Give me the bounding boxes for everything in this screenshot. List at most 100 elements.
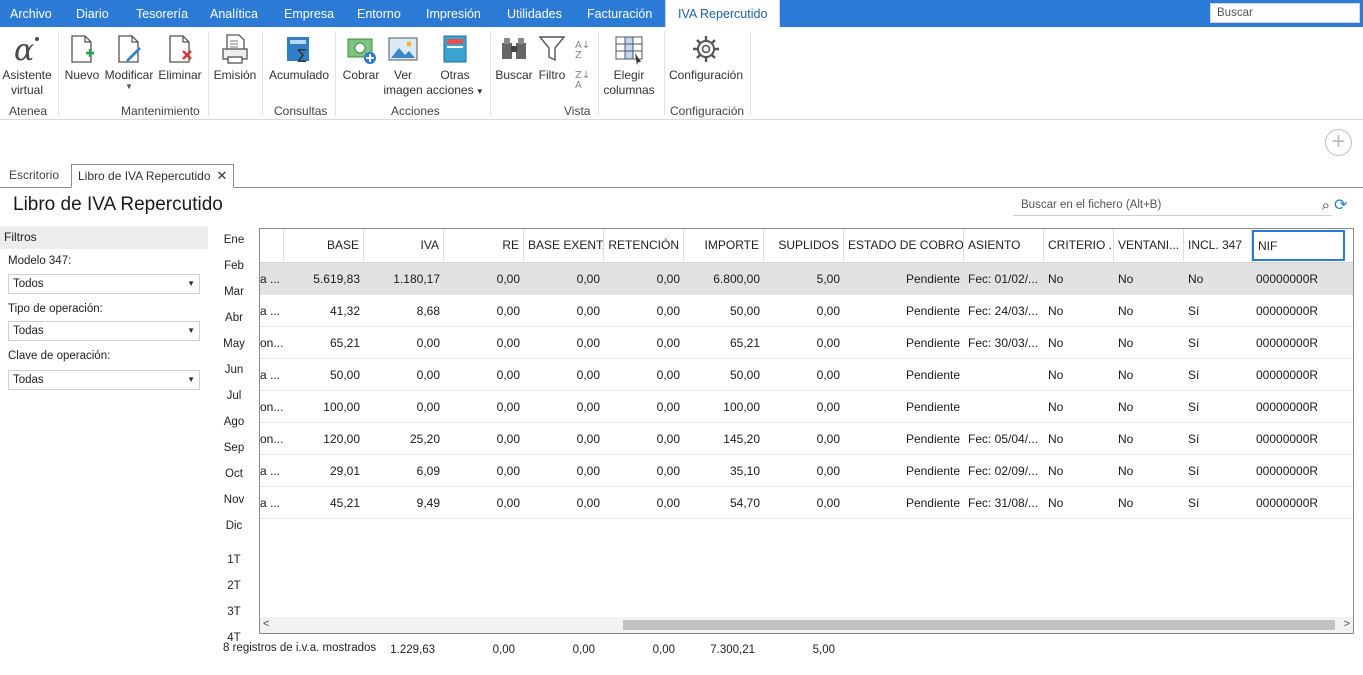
- filtro-button[interactable]: Filtro: [535, 33, 569, 83]
- cobrar-button[interactable]: Cobrar: [341, 33, 381, 83]
- document-tabs: Escritorio Libro de IVA Repercutido ✕: [0, 164, 1363, 188]
- scroll-right-icon[interactable]: >: [1344, 618, 1350, 630]
- month-jun[interactable]: Jun: [212, 364, 256, 376]
- horizontal-scrollbar[interactable]: < >: [260, 617, 1353, 633]
- tipo-operacion-select[interactable]: Todas ▼: [8, 321, 200, 341]
- month-may[interactable]: May: [212, 338, 256, 350]
- column-header-nif[interactable]: NIF: [1252, 230, 1345, 261]
- month-dic[interactable]: Dic: [212, 520, 256, 532]
- column-header-criterio[interactable]: CRITERIO ...: [1044, 229, 1114, 261]
- table-row[interactable]: a ... 50,00 0,00 0,00 0,00 0,00 50,00 0,00 Pendi…: [260, 359, 1353, 391]
- table-row[interactable]: on... 120,00 25,20 0,00 0,00 0,00 145,20 0,00 Pe…: [260, 423, 1353, 455]
- column-header-retencion[interactable]: RETENCIÓN: [604, 229, 684, 261]
- cell-base: 29,01: [329, 464, 360, 478]
- configuracion-button[interactable]: Configuración: [668, 33, 744, 83]
- cell-suplidos: 0,00: [816, 368, 840, 382]
- table-row[interactable]: on... 65,21 0,00 0,00 0,00 0,00 65,21 0,00 Pendi…: [260, 327, 1353, 359]
- tipo-operacion-value: Todas: [13, 325, 44, 337]
- cell-nif: 00000000R: [1256, 336, 1319, 350]
- group-separator: [490, 31, 491, 116]
- menu-tab-iva-repercutido[interactable]: IVA Repercutido: [665, 0, 781, 27]
- cell-base-exenta: 0,00: [576, 432, 600, 446]
- quarter-1t[interactable]: 1T: [212, 554, 256, 566]
- month-oct[interactable]: Oct: [212, 468, 256, 480]
- search-icon[interactable]: ⌕: [1322, 195, 1330, 217]
- modelo-347-select[interactable]: Todos ▼: [8, 274, 200, 294]
- cell-nif: 00000000R: [1256, 272, 1319, 286]
- column-header-suplidos[interactable]: SUPLIDOS: [764, 229, 844, 261]
- file-search-input[interactable]: Buscar en el fichero (Alt+B) ⌕: [1013, 194, 1332, 216]
- menu-tab-facturacion[interactable]: Facturación: [587, 0, 652, 27]
- column-header-base[interactable]: BASE: [284, 229, 364, 261]
- elegir-columnas-button[interactable]: Elegir columnas: [602, 33, 656, 98]
- eliminar-label: Eliminar: [158, 68, 202, 82]
- quarter-3t[interactable]: 3T: [212, 606, 256, 618]
- refresh-icon[interactable]: ⟳: [1334, 195, 1347, 215]
- cell-criterio: No: [1048, 400, 1064, 414]
- table-row[interactable]: a ... 5.619,83 1.180,17 0,00 0,00 0,00 6.800,0…: [260, 263, 1353, 295]
- column-header-base-exenta[interactable]: BASE EXENTA: [524, 229, 604, 261]
- quarter-2t[interactable]: 2T: [212, 580, 256, 592]
- group-separator: [58, 31, 59, 116]
- month-sep[interactable]: Sep: [212, 442, 256, 454]
- menu-tab-entorno[interactable]: Entorno: [357, 0, 401, 27]
- cell-nif: 00000000R: [1256, 304, 1319, 318]
- otras-acciones-button[interactable]: Otras acciones ▼: [426, 33, 484, 99]
- column-header-importe[interactable]: IMPORTE: [684, 229, 764, 261]
- column-header-estado-cobro[interactable]: ESTADO DE COBRO: [844, 229, 964, 261]
- month-feb[interactable]: Feb: [212, 260, 256, 272]
- column-header-ventanilla[interactable]: VENTANI...: [1114, 229, 1184, 261]
- asistente-virtual-button[interactable]: α Asistente virtual: [2, 33, 52, 98]
- table-row[interactable]: on... 100,00 0,00 0,00 0,00 0,00 100,00 0,00 Pen…: [260, 391, 1353, 423]
- cell-estado-cobro: Pendiente: [905, 464, 960, 478]
- sort-az-icon[interactable]: A↓ Z Z↓ A: [575, 41, 590, 91]
- column-header-incl-347[interactable]: INCL. 347: [1184, 229, 1252, 261]
- scrollbar-thumb[interactable]: [623, 620, 1335, 630]
- cell-estado-cobro: Pendiente: [905, 304, 960, 318]
- month-ene[interactable]: Ene: [212, 234, 256, 246]
- tab-escritorio[interactable]: Escritorio: [9, 164, 59, 188]
- add-widget-icon[interactable]: +: [1325, 129, 1352, 156]
- menu-tab-archivo[interactable]: Archivo: [10, 0, 52, 27]
- buscar-button[interactable]: Buscar: [495, 33, 533, 83]
- global-search-input[interactable]: Buscar: [1210, 3, 1360, 23]
- column-header-iva[interactable]: IVA: [364, 229, 444, 261]
- cell-base: 100,00: [323, 400, 360, 414]
- month-nov[interactable]: Nov: [212, 494, 256, 506]
- emision-button[interactable]: Emisión: [212, 33, 258, 83]
- menu-tab-analitica[interactable]: Analítica: [210, 0, 258, 27]
- table-row[interactable]: a ... 41,32 8,68 0,00 0,00 0,00 50,00 0,00 Pendi…: [260, 295, 1353, 327]
- nuevo-button[interactable]: Nuevo: [63, 33, 101, 83]
- table-row[interactable]: a ... 29,01 6,09 0,00 0,00 0,00 35,10 0,00 Pendi…: [260, 455, 1353, 487]
- menu-tab-tesoreria[interactable]: Tesorería: [136, 0, 188, 27]
- column-header-cut[interactable]: [260, 229, 284, 261]
- eliminar-button[interactable]: Eliminar: [157, 33, 203, 83]
- menu-tab-utilidades[interactable]: Utilidades: [507, 0, 562, 27]
- menu-tab-diario[interactable]: Diario: [76, 0, 109, 27]
- cell-suplidos: 0,00: [816, 336, 840, 350]
- menu-tab-empresa[interactable]: Empresa: [284, 0, 334, 27]
- clave-operacion-select[interactable]: Todas ▼: [8, 370, 200, 390]
- month-ago[interactable]: Ago: [212, 416, 256, 428]
- table-row[interactable]: a ... 45,21 9,49 0,00 0,00 0,00 54,70 0,00 Pendi…: [260, 487, 1353, 519]
- acumulado-button[interactable]: Σ Acumulado: [268, 33, 330, 83]
- month-mar[interactable]: Mar: [212, 286, 256, 298]
- ver-imagen-button[interactable]: Ver imagen: [383, 33, 423, 98]
- page-title: Libro de IVA Repercutido: [13, 194, 223, 215]
- quarter-4t[interactable]: 4T: [212, 632, 256, 642]
- tab-libro-iva-repercutido[interactable]: Libro de IVA Repercutido ✕: [71, 164, 235, 188]
- menu-tab-impresion[interactable]: Impresión: [426, 0, 481, 27]
- scroll-left-icon[interactable]: <: [263, 618, 269, 630]
- modificar-button[interactable]: Modificar ▼: [103, 33, 155, 91]
- cell-incl-347: Sí: [1188, 336, 1200, 350]
- group-separator: [208, 31, 209, 116]
- collect-money-icon: [347, 38, 376, 64]
- month-abr[interactable]: Abr: [212, 312, 256, 324]
- close-icon[interactable]: ✕: [217, 168, 228, 183]
- column-header-re[interactable]: RE: [444, 229, 524, 261]
- filters-panel: Filtros Modelo 347: Todos ▼ Tipo de opera…: [0, 226, 208, 675]
- cell-incl-347: Sí: [1188, 464, 1200, 478]
- acumulado-label: Acumulado: [268, 68, 330, 82]
- month-jul[interactable]: Jul: [212, 390, 256, 402]
- column-header-asiento[interactable]: ASIENTO: [964, 229, 1044, 261]
